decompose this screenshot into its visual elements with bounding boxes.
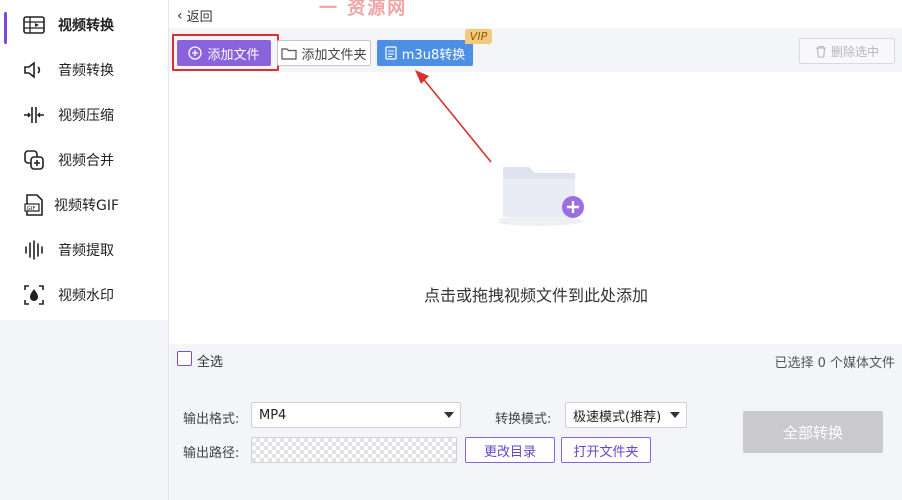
sidebar-item-video-watermark[interactable]: 视频水印	[0, 272, 168, 317]
sidebar-item-label: 音频转换	[58, 62, 114, 79]
select-all-checkbox[interactable]	[177, 351, 192, 366]
open-folder-label: 打开文件夹	[573, 444, 639, 460]
convert-mode-select[interactable]: 极速模式(推荐)	[565, 402, 687, 428]
caret-down-icon	[670, 412, 680, 418]
output-path-label: 输出路径:	[183, 446, 240, 461]
add-file-label: 添加文件	[207, 47, 260, 63]
trash-icon	[815, 45, 826, 58]
convert-mode-value: 极速模式(推荐)	[573, 409, 662, 425]
sidebar-item-label: 视频水印	[58, 287, 114, 304]
back-label: 返回	[186, 10, 213, 25]
sidebar-item-label: 视频压缩	[58, 107, 114, 124]
back-button[interactable]: ‹ 返回	[177, 6, 213, 26]
open-folder-button[interactable]: 打开文件夹	[561, 437, 651, 463]
red-arrow-annotation	[415, 70, 492, 163]
change-directory-label: 更改目录	[483, 444, 536, 460]
sidebar-item-audio-convert[interactable]: 音频转换	[0, 47, 168, 92]
sidebar: 视频转换 音频转换 视频压缩 视频合并 GIF 视频转GIF 音频提取 视频水印	[0, 0, 168, 320]
add-folder-label: 添加文件夹	[301, 47, 367, 63]
m3u8-convert-button[interactable]: m3u8转换	[377, 40, 473, 66]
sidebar-item-label: 音频提取	[58, 242, 114, 259]
output-format-select[interactable]: MP4	[251, 402, 461, 428]
sidebar-item-video-to-gif[interactable]: GIF 视频转GIF	[0, 182, 168, 227]
delete-label: 删除选中	[830, 44, 879, 59]
sidebar-item-video-merge[interactable]: 视频合并	[0, 137, 168, 182]
watermark-icon	[24, 284, 44, 305]
vip-badge: VIP	[465, 29, 492, 44]
document-icon	[385, 46, 397, 60]
compress-icon	[24, 106, 44, 123]
merge-icon	[24, 149, 44, 170]
caret-down-icon	[444, 412, 454, 418]
sidebar-item-label: 视频转换	[58, 17, 114, 34]
file-drop-zone[interactable]: 点击或拖拽视频文件到此处添加	[169, 72, 902, 344]
convert-mode-label: 转换模式:	[495, 412, 552, 427]
output-path-input[interactable]	[251, 437, 457, 463]
m3u8-label: m3u8转换	[401, 47, 466, 63]
svg-text:GIF: GIF	[27, 205, 36, 211]
video-convert-icon	[23, 15, 45, 34]
output-format-value: MP4	[259, 407, 287, 423]
add-folder-button[interactable]: 添加文件夹	[277, 40, 371, 66]
selected-count: 已选择 0 个媒体文件	[774, 356, 895, 371]
main-panel: ‹ 返回 一 资源网 添加文件 添加文件夹 m3u8转换 VIP 删除选中 点击…	[168, 0, 902, 500]
output-format-label: 输出格式:	[183, 412, 240, 427]
convert-all-button[interactable]: 全部转换	[743, 411, 883, 453]
change-directory-button[interactable]: 更改目录	[465, 437, 555, 463]
selection-bar: 全选 已选择 0 个媒体文件	[169, 344, 902, 376]
add-file-button[interactable]: 添加文件	[177, 40, 271, 66]
sidebar-item-video-convert[interactable]: 视频转换	[0, 2, 168, 47]
plus-circle-icon	[188, 46, 203, 60]
drop-hint-text: 点击或拖拽视频文件到此处添加	[423, 286, 648, 305]
audio-extract-icon	[25, 239, 43, 260]
audio-convert-icon	[24, 60, 41, 79]
folder-add-illustration-icon	[499, 167, 584, 226]
sidebar-item-video-compress[interactable]: 视频压缩	[0, 92, 168, 137]
sidebar-item-audio-extract[interactable]: 音频提取	[0, 227, 168, 272]
delete-selected-button[interactable]: 删除选中	[799, 38, 895, 64]
toolbar: 添加文件 添加文件夹 m3u8转换 VIP 删除选中	[169, 28, 902, 72]
site-watermark: 一 资源网	[319, 0, 408, 19]
sidebar-item-label: 视频转GIF	[54, 197, 120, 214]
convert-all-label: 全部转换	[782, 423, 843, 442]
chevron-left-icon: ‹	[177, 7, 183, 24]
gif-icon: GIF	[24, 193, 43, 216]
sidebar-item-label: 视频合并	[58, 152, 114, 169]
folder-icon	[281, 47, 298, 60]
sidebar-bottom-area	[0, 320, 168, 500]
select-all-label: 全选	[197, 355, 224, 370]
output-settings: 输出格式: MP4 转换模式: 极速模式(推荐) 输出路径: 更改目录 打开文件…	[169, 376, 902, 500]
